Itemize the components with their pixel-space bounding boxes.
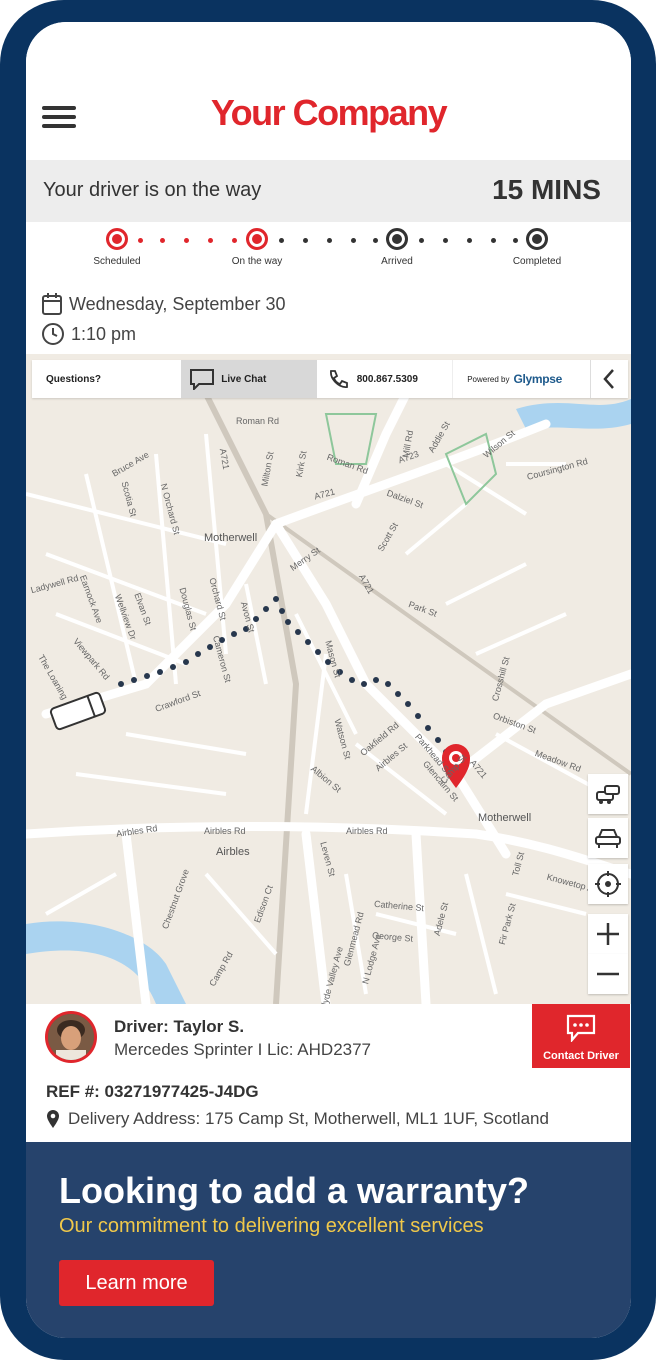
zoom-out-button[interactable] [588, 954, 628, 994]
step-label: Scheduled [93, 256, 141, 267]
delivery-time: 1:10 pm [71, 323, 137, 344]
step-completed-marker [526, 228, 548, 250]
phone-number: 800.867.5309 [356, 373, 418, 385]
banner-title: Looking to add a warranty? [59, 1170, 530, 1211]
step-scheduled: Scheduled [67, 228, 167, 267]
step-label: Arrived [381, 256, 413, 267]
phone-button[interactable]: 800.867.5309 [317, 360, 452, 398]
chevron-left-icon [603, 369, 615, 389]
learn-more-button[interactable]: Learn more [59, 1260, 214, 1306]
zoom-out-icon [597, 972, 619, 976]
location-pin-icon [47, 1110, 59, 1128]
eta-value: 15 MINS [492, 174, 601, 205]
map-label: Motherwell [478, 812, 532, 824]
questions-label: Questions? [46, 373, 102, 385]
vehicle-view-button[interactable] [588, 818, 628, 858]
step-label: On the way [231, 256, 283, 267]
map-toolbar: Questions? Live Chat 800.867.5309 Powere… [32, 360, 628, 398]
calendar-icon [42, 293, 62, 315]
step-arrived: Arrived [347, 228, 447, 267]
header: Your Company [26, 22, 631, 160]
step-completed: Completed [487, 228, 587, 267]
delivery-date: Wednesday, September 30 [69, 293, 286, 314]
status-message: Your driver is on the way [43, 179, 262, 201]
traffic-toggle-button[interactable] [588, 774, 628, 814]
map-label: Airbles [216, 846, 250, 858]
step-on-the-way: On the way [207, 228, 307, 267]
driver-avatar [45, 1011, 97, 1063]
contact-driver-button[interactable]: Contact Driver [532, 1004, 630, 1068]
map-label: Airbles Rd [204, 826, 246, 836]
map-label: Roman Rd [236, 416, 280, 426]
phone-icon [329, 370, 348, 388]
collapse-toolbar-button[interactable] [589, 360, 628, 398]
map-label: Airbles Rd [346, 826, 388, 836]
progress-tracker: Scheduled On the way Arrived Completed [26, 222, 631, 282]
delivery-address-row: Delivery Address: 175 Camp St, Motherwel… [46, 1109, 549, 1129]
driver-vehicle: Mercedes Sprinter I Lic: AHD2377 [114, 1040, 372, 1059]
traffic-icon [596, 785, 620, 804]
chat-bubble-icon [190, 369, 215, 390]
banner-subtitle: Our commitment to delivering excellent s… [59, 1215, 484, 1237]
recenter-button[interactable] [588, 864, 628, 904]
step-on-the-way-marker [246, 228, 268, 250]
map-label: Motherwell [204, 532, 258, 544]
progress-dot [467, 238, 472, 243]
powered-by-label: Powered by [467, 374, 510, 384]
warranty-banner: Looking to add a warranty? Our commitmen… [26, 1142, 631, 1338]
live-chat-button[interactable]: Live Chat [181, 360, 317, 398]
powered-by: Powered by Glympse [452, 360, 590, 398]
car-icon [595, 829, 621, 848]
locate-icon [595, 871, 621, 897]
delivery-time-row: 1:10 pm [41, 322, 136, 346]
status-bar: Your driver is on the way 15 MINS [26, 160, 631, 222]
clock-icon [42, 323, 64, 345]
live-chat-label: Live Chat [221, 373, 267, 385]
delivery-date-row: Wednesday, September 30 [41, 292, 285, 316]
step-scheduled-marker [106, 228, 128, 250]
contact-driver-label: Contact Driver [543, 1050, 619, 1062]
driver-card: Driver: Taylor S. Mercedes Sprinter I Li… [32, 1004, 630, 1070]
glympse-logo: Glympse [513, 372, 563, 386]
screen: Your Company Your driver is on the way 1… [26, 22, 631, 1338]
map[interactable]: Motherwell Motherwell Airbles Airbles Rd… [26, 354, 631, 1004]
brand-logo: Your Company [210, 92, 448, 133]
zoom-in-icon [597, 923, 619, 945]
device-frame: Your Company Your driver is on the way 1… [0, 0, 656, 1360]
progress-dot [184, 238, 189, 243]
progress-dot [327, 238, 332, 243]
driver-name: Driver: Taylor S. [114, 1017, 245, 1036]
order-ref: REF #: 03271977425-J4DG [46, 1082, 259, 1101]
step-arrived-marker [386, 228, 408, 250]
delivery-address: Delivery Address: 175 Camp St, Motherwel… [68, 1109, 549, 1128]
order-info-card: REF #: 03271977425-J4DG Delivery Address… [32, 1072, 630, 1138]
step-label: Completed [512, 256, 562, 267]
zoom-in-button[interactable] [588, 914, 628, 954]
message-icon [566, 1014, 596, 1042]
